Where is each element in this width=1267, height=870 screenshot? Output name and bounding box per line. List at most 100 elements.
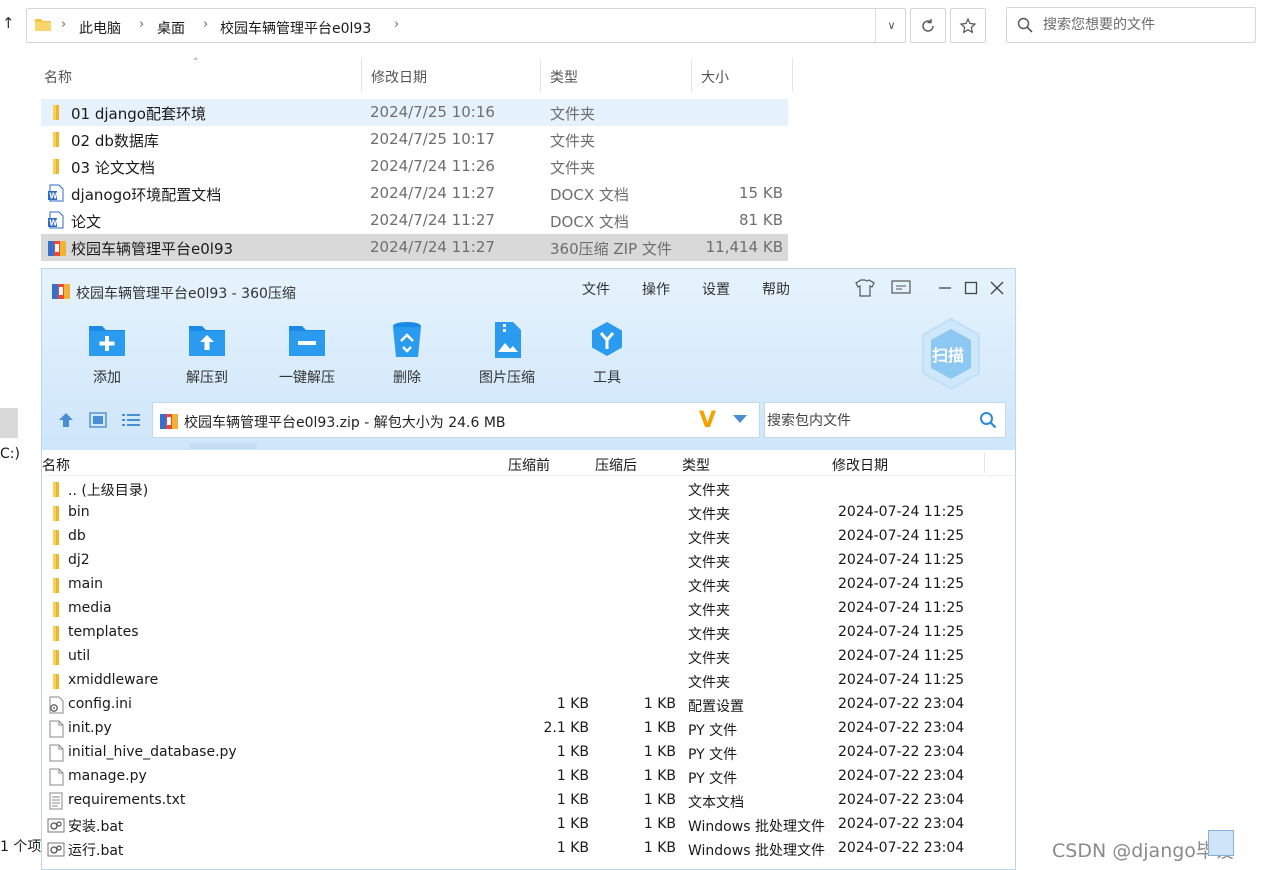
chevron-down-icon[interactable]: ∨ [875, 9, 907, 42]
pin-favorite-button[interactable] [950, 8, 986, 43]
archive-file-row[interactable]: util 文件夹 2024-07-24 11:25 [42, 645, 1015, 669]
file-size: 15 KB [739, 184, 783, 202]
archive-file-type: 文件夹 [688, 675, 730, 691]
refresh-button[interactable] [910, 8, 946, 43]
archive-col-modified[interactable]: 修改日期 [832, 455, 888, 475]
explorer-file-row[interactable]: 校园车辆管理平台e0l93 2024/7/24 11:27 360压缩 ZIP 文件… [41, 234, 788, 261]
word-doc-icon: W [47, 184, 65, 202]
file-modified-date: 2024/7/24 11:27 [370, 211, 495, 229]
menu-settings[interactable]: 设置 [702, 279, 730, 299]
archive-file-name: 安装.bat [68, 819, 124, 835]
parent-folder-button[interactable] [56, 410, 76, 430]
archive-file-row[interactable]: bin 文件夹 2024-07-24 11:25 [42, 501, 1015, 525]
column-size[interactable]: 大小 [692, 58, 793, 92]
navigation-pane-fragment[interactable] [0, 408, 18, 438]
add-button[interactable]: 添加 [62, 319, 152, 389]
column-divider[interactable] [984, 453, 985, 473]
archive-file-row[interactable]: templates 文件夹 2024-07-24 11:25 [42, 621, 1015, 645]
recycle-bin-icon [393, 322, 421, 357]
explorer-file-row[interactable]: 03 论文文档 2024/7/24 11:26 文件夹 [41, 153, 788, 180]
file-size: 81 KB [739, 211, 783, 229]
archive-file-name: .. (上级目录) [68, 483, 149, 499]
image-compress-button[interactable]: 图片压缩 [462, 319, 552, 389]
svg-text:W: W [49, 219, 58, 228]
archive-search-box[interactable] [764, 402, 1006, 438]
skin-button[interactable] [854, 277, 876, 299]
archive-size-after: 1 KB [643, 768, 676, 784]
archive-file-row[interactable]: media 文件夹 2024-07-24 11:25 [42, 597, 1015, 621]
column-type[interactable]: 类型 [541, 58, 692, 92]
message-button[interactable] [890, 277, 912, 299]
archive-file-row[interactable]: 运行.bat 1 KB 1 KB Windows 批处理文件 2024-07-22 23… [42, 837, 1015, 861]
archive-file-row[interactable]: dj2 文件夹 2024-07-24 11:25 [42, 549, 1015, 573]
archive-size-after: 1 KB [643, 720, 676, 736]
explorer-file-row[interactable]: 02 db数据库 2024/7/25 10:17 文件夹 [41, 126, 788, 153]
archive-col-before[interactable]: 压缩前 [508, 455, 550, 475]
folder-icon [47, 130, 65, 148]
explorer-search-input[interactable] [1043, 15, 1248, 35]
minimize-button[interactable] [934, 277, 956, 299]
explorer-file-row[interactable]: 01 django配套环境 2024/7/25 10:16 文件夹 [41, 99, 788, 126]
tools-button[interactable]: 工具 [562, 319, 652, 389]
batch-file-icon [47, 840, 65, 858]
address-bar[interactable]: › 此电脑 › 桌面 › 校园车辆管理平台e0l93 › ∨ [26, 8, 906, 43]
chevron-right-icon[interactable]: › [394, 17, 399, 32]
up-arrow-icon[interactable]: ↑ [2, 14, 18, 34]
archive-file-row[interactable]: manage.py 1 KB 1 KB PY 文件 2024-07-22 23:04 [42, 765, 1015, 789]
archive-file-row[interactable]: xmiddleware 文件夹 2024-07-24 11:25 [42, 669, 1015, 693]
archive-file-row[interactable]: main 文件夹 2024-07-24 11:25 [42, 573, 1015, 597]
archive-col-type[interactable]: 类型 [682, 455, 710, 475]
breadcrumb-current-folder[interactable]: 校园车辆管理平台e0l93 [220, 18, 371, 38]
archive-file-row[interactable]: .. (上级目录) 文件夹 [42, 477, 1015, 501]
archive-file-name: initial_hive_database.py [68, 744, 237, 760]
archive-file-row[interactable]: 安装.bat 1 KB 1 KB Windows 批处理文件 2024-07-22 23… [42, 813, 1015, 837]
menu-file[interactable]: 文件 [582, 279, 610, 299]
archive-file-row[interactable]: config.ini 1 KB 1 KB 配置设置 2024-07-22 23:04 [42, 693, 1015, 717]
archive-file-type: PY 文件 [688, 723, 738, 739]
archive-col-name[interactable]: 名称 [42, 455, 70, 475]
corner-app-icon[interactable] [1208, 830, 1234, 856]
thumbnail-view-button[interactable] [88, 410, 108, 430]
explorer-file-row[interactable]: W 论文 2024/7/24 11:27 DOCX 文档 81 KB [41, 207, 788, 234]
v-verify-icon[interactable]: V [699, 408, 716, 433]
archive-path-text: 校园车辆管理平台e0l93.zip - 解包大小为 24.6 MB [184, 415, 506, 431]
archive-file-name: xmiddleware [68, 672, 159, 688]
explorer-search-box[interactable] [1006, 7, 1256, 43]
archive-file-row[interactable]: db 文件夹 2024-07-24 11:25 [42, 525, 1015, 549]
archive-size-before: 1 KB [556, 744, 589, 760]
extract-folder-icon [189, 326, 225, 356]
archive-file-row[interactable]: init.py 2.1 KB 1 KB PY 文件 2024-07-22 23:04 [42, 717, 1015, 741]
breadcrumb-desktop[interactable]: 桌面 [157, 18, 185, 38]
scan-button[interactable]: 扫描 [919, 317, 983, 391]
column-modified[interactable]: 修改日期 [362, 58, 541, 92]
maximize-button[interactable] [960, 277, 982, 299]
item-count-fragment: 1 个项 [0, 839, 42, 855]
breadcrumb-this-pc[interactable]: 此电脑 [79, 18, 121, 38]
delete-button[interactable]: 删除 [362, 319, 452, 389]
archive-path-bar[interactable]: 校园车辆管理平台e0l93.zip - 解包大小为 24.6 MB V [152, 402, 760, 438]
toolbar-scroll-indicator[interactable] [190, 443, 257, 449]
list-view-button[interactable] [121, 410, 141, 430]
extract-to-button[interactable]: 解压到 [162, 319, 252, 389]
archive-col-after[interactable]: 压缩后 [595, 455, 637, 475]
explorer-column-header: 名称 ˄ 修改日期 类型 大小 [0, 56, 795, 94]
file-modified-date: 2024/7/25 10:17 [370, 130, 495, 148]
explorer-file-row[interactable]: Wdjanogo环境配置文档 2024/7/24 11:27 DOCX 文档 15 K… [41, 180, 788, 207]
path-dropdown-icon[interactable] [733, 415, 747, 423]
column-name[interactable]: 名称 [35, 58, 362, 92]
archive-modified-date: 2024-07-22 23:04 [838, 840, 965, 856]
scan-label: 扫描 [932, 346, 965, 365]
archive-modified-date: 2024-07-24 11:25 [838, 648, 965, 664]
archive-search-input[interactable] [767, 411, 967, 431]
menu-help[interactable]: 帮助 [762, 279, 790, 299]
arrow-up-icon [59, 413, 73, 427]
close-button[interactable] [986, 277, 1008, 299]
archive-file-row[interactable]: initial_hive_database.py 1 KB 1 KB PY 文件 202… [42, 741, 1015, 765]
chevron-right-icon: › [203, 17, 209, 32]
archive-size-before: 1 KB [556, 792, 589, 808]
one-click-extract-button[interactable]: 一键解压 [262, 319, 352, 389]
archive-modified-date: 2024-07-24 11:25 [838, 600, 965, 616]
search-icon[interactable] [979, 411, 997, 429]
menu-operate[interactable]: 操作 [642, 279, 670, 299]
archive-file-row[interactable]: requirements.txt 1 KB 1 KB 文本文档 2024-07-22 2… [42, 789, 1015, 813]
